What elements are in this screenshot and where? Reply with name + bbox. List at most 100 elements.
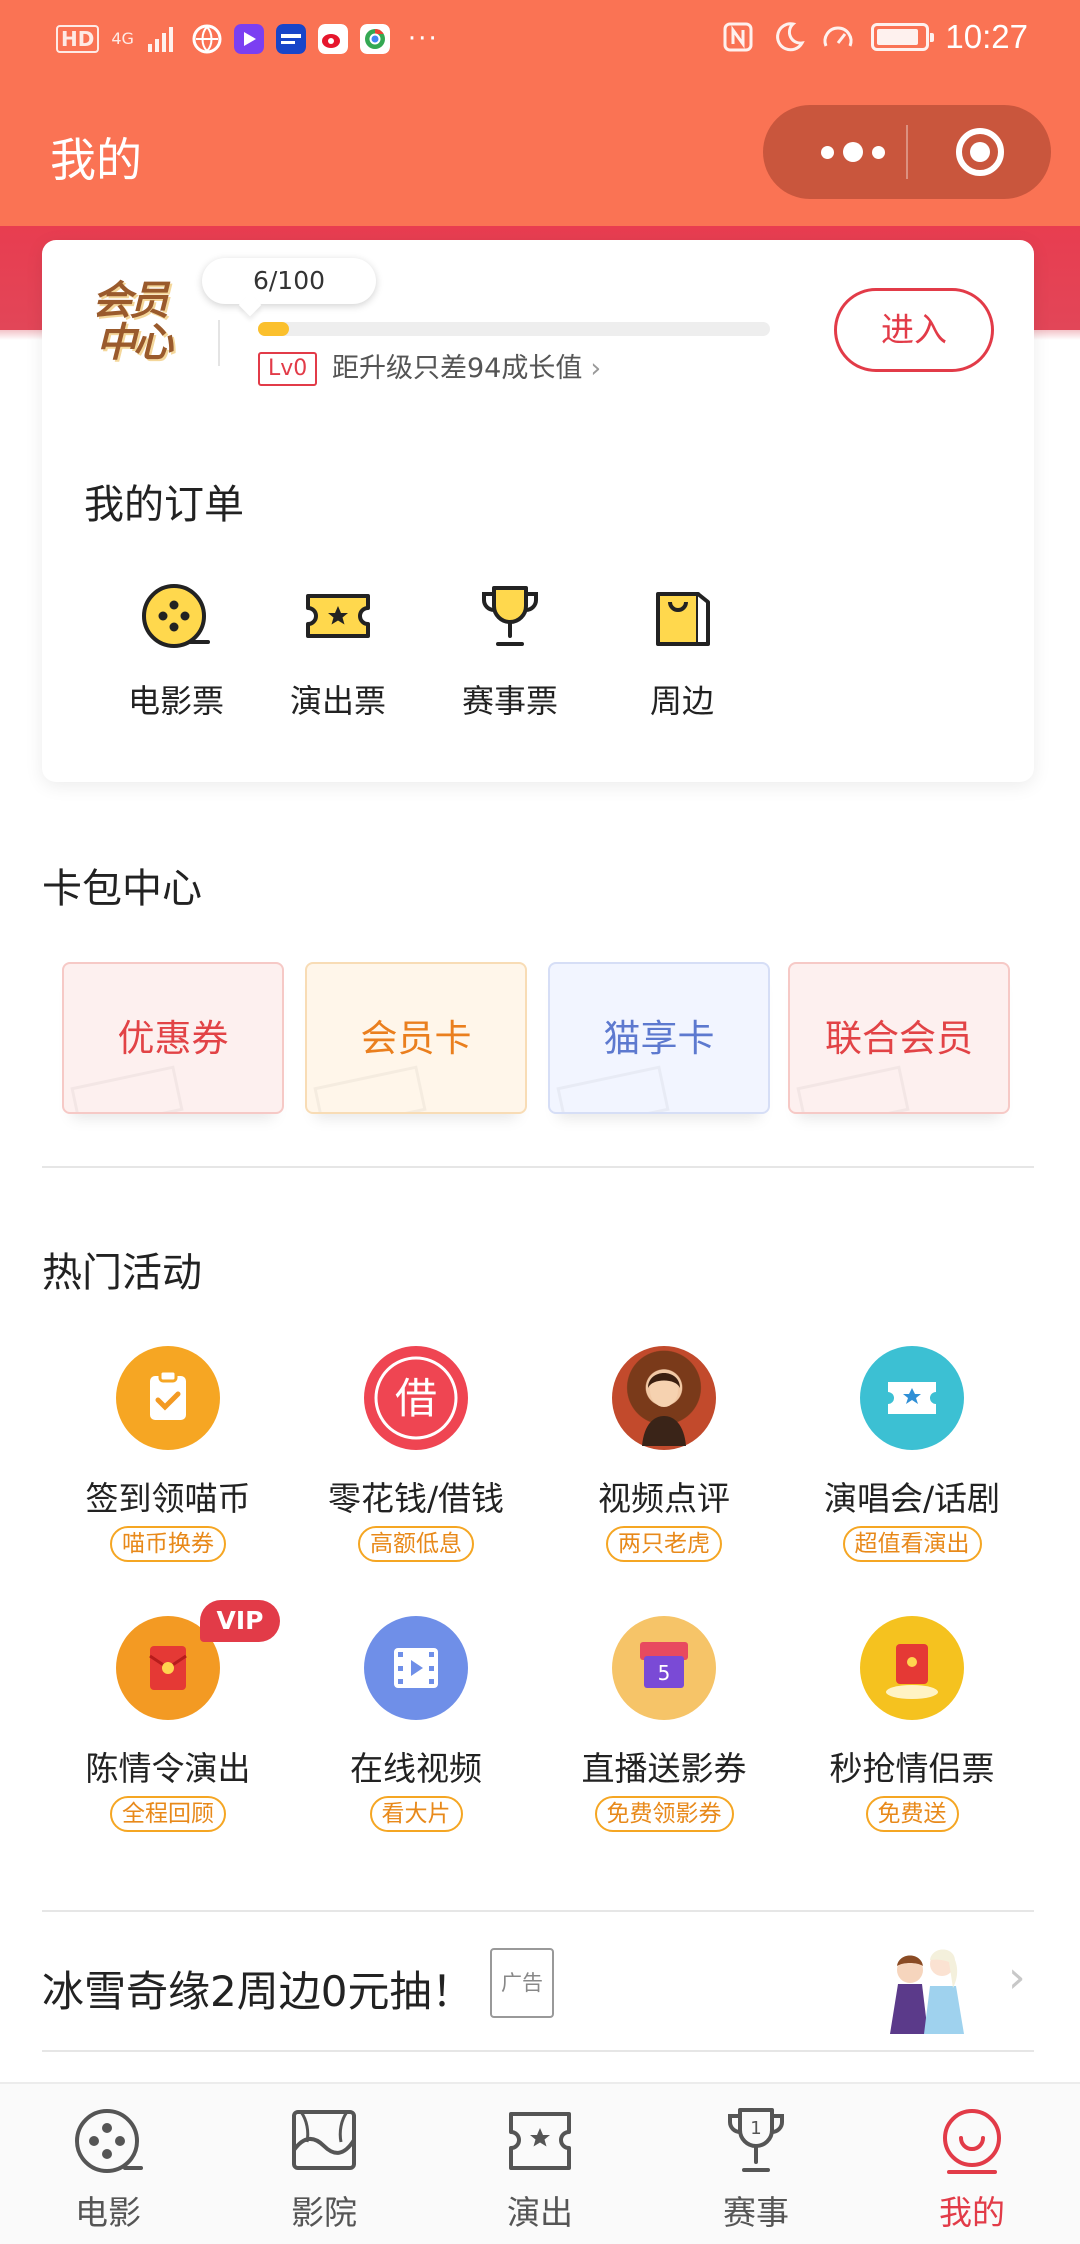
activity-tag: 喵币换券 (110, 1526, 226, 1562)
ad-top-divider (42, 1910, 1034, 1912)
clock: 10:27 (945, 18, 1028, 55)
activity-checkin[interactable]: 签到领喵币 喵币换券 (44, 1346, 292, 1562)
tab-movie[interactable]: 电影 (38, 2106, 178, 2234)
activity-name: 直播送影券 (581, 1749, 747, 1788)
activities-title: 热门活动 (42, 1250, 202, 1296)
status-right: 10:27 (721, 18, 1028, 56)
cinema-screen-icon (292, 2110, 356, 2170)
concert-ticket-icon (860, 1346, 964, 1450)
ad-bottom-divider (42, 2050, 1034, 2052)
order-item-label: 赛事票 (461, 682, 558, 720)
tab-sports[interactable]: 1 赛事 (686, 2106, 826, 2234)
orders-title: 我的订单 (84, 482, 244, 528)
activity-tag: 超值看演出 (842, 1526, 982, 1562)
growth-value-bubble: 6/100 (202, 258, 376, 304)
film-reel-icon (142, 584, 210, 648)
activity-name: 秒抢情侣票 (829, 1749, 995, 1788)
activity-tag: 两只老虎 (606, 1526, 722, 1562)
maoxiang-card[interactable]: 猫享卡 (548, 962, 770, 1114)
svg-text:1: 1 (750, 2118, 761, 2139)
video-app-icon (233, 24, 264, 54)
order-item-label: 电影票 (127, 682, 224, 720)
activity-name: 在线视频 (350, 1749, 482, 1788)
tab-label: 赛事 (723, 2193, 789, 2232)
order-sports-ticket[interactable]: 赛事票 (420, 580, 600, 722)
activity-video-review[interactable]: 视频点评 两只老虎 (540, 1346, 788, 1562)
order-item-label: 周边 (649, 682, 714, 720)
battery-icon (871, 23, 935, 51)
order-movie-ticket[interactable]: 电影票 (86, 580, 266, 722)
live-coupon-icon: 5 (612, 1616, 716, 1720)
joint-member-card[interactable]: 联合会员 (788, 962, 1010, 1114)
order-item-label: 演出票 (289, 682, 386, 720)
level-badge: Lv0 (258, 352, 318, 386)
tab-cinema[interactable]: 影院 (254, 2106, 394, 2234)
page-title: 我的 (50, 133, 142, 187)
top-header: HD 4G ··· 10:27 我的 (0, 0, 1080, 226)
film-reel-tab-icon (75, 2109, 143, 2173)
activity-tag: 免费送 (865, 1796, 959, 1832)
tab-show[interactable]: 演出 (470, 2106, 610, 2234)
show-ticket-icon (306, 594, 370, 638)
member-orders-card: 会员 中心 6/100 Lv0 距升级只差94成长值 › 进入 我的订单 电影票 … (42, 240, 1034, 782)
bottom-tab-bar: 电影 影院 演出 1 赛事 我的 (0, 2082, 1080, 2244)
status-bar: HD 4G ··· 10:27 (0, 0, 1080, 80)
target-close-icon[interactable] (956, 128, 1004, 176)
activity-concert[interactable]: 演唱会/话剧 超值看演出 (788, 1346, 1036, 1562)
more-notifications: ··· (407, 24, 439, 54)
tab-profile[interactable]: 我的 (902, 2106, 1042, 2234)
svg-text:5: 5 (658, 1661, 671, 1685)
activity-tag: 高额低息 (358, 1526, 474, 1562)
order-show-ticket[interactable]: 演出票 (248, 580, 428, 722)
activity-live-coupon[interactable]: 5 直播送影券 免费领影券 (540, 1616, 788, 1832)
growth-progress-bar (258, 322, 770, 336)
trophy-icon (482, 586, 538, 646)
speed-icon (823, 26, 853, 47)
show-ticket-tab-icon (509, 2112, 571, 2170)
member-center-logo[interactable]: 会员 中心 (92, 280, 192, 380)
coupon-card[interactable]: 优惠券 (62, 962, 284, 1114)
enter-member-button[interactable]: 进入 (834, 288, 994, 372)
ad-label: 广告 (490, 1948, 554, 2018)
level-upgrade-tip[interactable]: 距升级只差94成长值 › (332, 350, 601, 388)
activity-name: 视频点评 (598, 1479, 730, 1518)
weibo-app-icon (317, 24, 348, 54)
ad-title[interactable]: 冰雪奇缘2周边0元抽！ (42, 1958, 473, 2019)
frozen-characters-image[interactable] (872, 1930, 972, 2034)
moon-icon (776, 22, 806, 52)
chrome-app-icon (359, 24, 390, 54)
signal-icon (147, 27, 173, 52)
chevron-right-icon: › (590, 353, 602, 384)
member-divider (218, 320, 220, 366)
browser-app-icon (192, 24, 222, 54)
tab-label: 电影 (75, 2193, 141, 2232)
profile-smile-icon (943, 2109, 1001, 2174)
order-merchandise[interactable]: 周边 (592, 580, 772, 722)
section-divider (42, 1166, 1034, 1168)
member-card[interactable]: 会员卡 (305, 962, 527, 1114)
activity-name: 演唱会/话剧 (823, 1479, 1001, 1518)
tab-label: 演出 (507, 2193, 573, 2232)
vip-badge: VIP (200, 1600, 280, 1642)
activity-tag: 全程回顾 (110, 1796, 226, 1832)
activity-online-video[interactable]: 在线视频 看大片 (292, 1616, 540, 1832)
activity-couple-ticket[interactable]: 秒抢情侣票 免费送 (788, 1616, 1036, 1832)
growth-progress-fill (258, 322, 289, 336)
activity-borrow[interactable]: 借 零花钱/借钱 高额低息 (292, 1346, 540, 1562)
nfc-icon (723, 22, 753, 52)
more-dots-icon[interactable] (803, 105, 903, 199)
hd-indicator: HD (56, 25, 100, 53)
activity-tag: 免费领影券 (594, 1796, 734, 1832)
chevron-right-icon[interactable]: › (1008, 1952, 1026, 2003)
tab-label: 影院 (291, 2193, 357, 2232)
level-upgrade-text: 距升级只差94成长值 (332, 353, 583, 384)
activity-chenqingling[interactable]: 陈情令演出 全程回顾 (44, 1616, 292, 1832)
video-avatar-icon (612, 1346, 716, 1450)
shopping-bag-icon (656, 592, 710, 646)
status-left: HD 4G ··· (56, 22, 439, 56)
activity-name: 陈情令演出 (85, 1749, 251, 1788)
film-strip-icon (364, 1616, 468, 1720)
activity-name: 签到领喵币 (85, 1479, 251, 1518)
gift-envelope-icon (860, 1616, 964, 1720)
card-pack-title: 卡包中心 (42, 866, 202, 912)
